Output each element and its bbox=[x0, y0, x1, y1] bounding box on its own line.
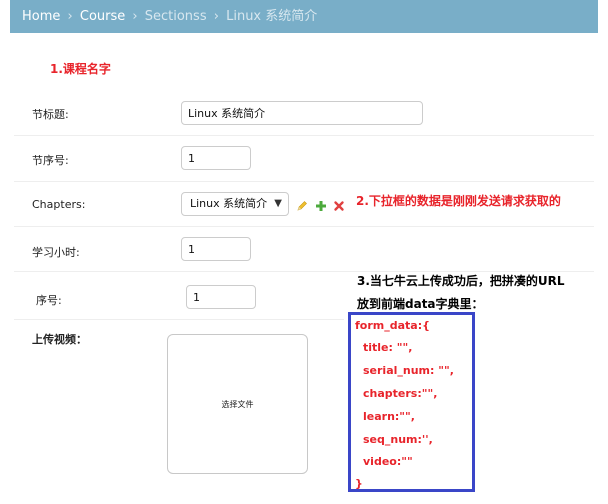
row-divider bbox=[14, 135, 594, 136]
row-divider bbox=[14, 319, 344, 320]
code-line: chapters:"", bbox=[363, 387, 438, 400]
code-line: form_data:{ bbox=[355, 319, 430, 332]
form-data-code-box: form_data:{ title: "", serial_num: "", c… bbox=[348, 312, 475, 492]
file-upload-label: 选择文件 bbox=[221, 400, 254, 409]
chapters-selected-value: Linux 系统简介 bbox=[190, 197, 268, 210]
annotation-upload-note-line2: 放到前端data字典里： bbox=[357, 297, 484, 311]
add-plus-icon[interactable] bbox=[315, 197, 327, 216]
breadcrumb-course-link[interactable]: Course bbox=[80, 9, 125, 24]
code-line: learn:"", bbox=[363, 410, 415, 423]
code-line: video:"" bbox=[363, 455, 413, 468]
breadcrumb-separator: › bbox=[67, 9, 73, 24]
breadcrumb-sections-link[interactable]: Sectionss bbox=[145, 9, 207, 24]
code-line: } bbox=[355, 477, 363, 490]
chevron-down-icon: ▼ bbox=[274, 198, 282, 209]
title-input[interactable] bbox=[181, 101, 423, 125]
serial-label: 节序号: bbox=[32, 154, 69, 167]
row-divider bbox=[14, 226, 594, 227]
breadcrumb-separator: › bbox=[132, 9, 138, 24]
annotation-dropdown-note: 2.下拉框的数据是刚刚发送请求获取的 bbox=[356, 194, 561, 208]
annotation-upload-note-line1: 3.当七牛云上传成功后，把拼凑的URL bbox=[357, 274, 565, 288]
title-label: 节标题: bbox=[32, 108, 69, 121]
video-upload-label: 上传视频： bbox=[32, 333, 87, 346]
annotation-course-name: 1.课程名字 bbox=[50, 62, 111, 76]
breadcrumb-current: Linux 系统简介 bbox=[226, 9, 318, 24]
chapters-label: Chapters: bbox=[32, 198, 86, 211]
learn-hours-input[interactable] bbox=[181, 237, 251, 261]
code-line: seq_num:'', bbox=[363, 433, 433, 446]
learn-hours-label: 学习小时: bbox=[32, 246, 80, 259]
edit-pencil-icon[interactable] bbox=[296, 197, 308, 216]
seq-label: 序号: bbox=[36, 294, 62, 307]
breadcrumb: Home › Course › Sectionss › Linux 系统简介 bbox=[10, 0, 598, 33]
code-line: title: "", bbox=[363, 341, 413, 354]
chapters-select[interactable]: Linux 系统简介 ▼ bbox=[181, 192, 289, 216]
breadcrumb-home-link[interactable]: Home bbox=[22, 9, 60, 24]
code-line: serial_num: "", bbox=[363, 364, 454, 377]
file-upload-button[interactable]: 选择文件 bbox=[167, 334, 308, 474]
seq-input[interactable] bbox=[186, 285, 256, 309]
serial-input[interactable] bbox=[181, 146, 251, 170]
row-divider bbox=[14, 181, 594, 182]
breadcrumb-separator: › bbox=[213, 9, 219, 24]
delete-x-icon[interactable] bbox=[333, 197, 345, 216]
